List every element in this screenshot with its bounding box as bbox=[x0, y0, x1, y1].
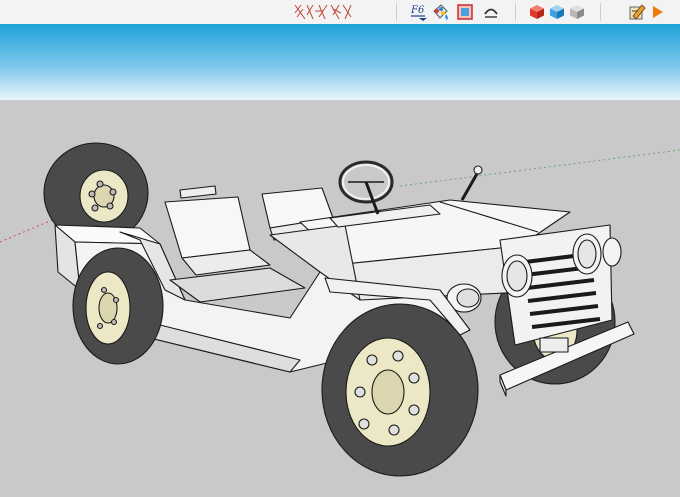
blue-cube-icon bbox=[550, 5, 564, 19]
follow-me-icon bbox=[484, 8, 498, 18]
component-red-button[interactable] bbox=[528, 2, 546, 22]
toolbar: F6 bbox=[0, 0, 680, 25]
play-icon bbox=[653, 6, 663, 18]
xray-pattern-icon bbox=[294, 4, 352, 20]
font-tool-label: F6 bbox=[410, 5, 425, 16]
scene-canvas bbox=[0, 24, 680, 497]
component-blue-button[interactable] bbox=[548, 2, 566, 22]
model-viewport[interactable] bbox=[0, 24, 680, 497]
sky bbox=[0, 24, 680, 100]
section-plane-icon bbox=[457, 4, 473, 20]
paint-bucket-icon bbox=[433, 4, 448, 20]
3d-text-button[interactable]: F6 bbox=[408, 2, 430, 22]
red-cube-icon bbox=[530, 5, 544, 19]
component-gray-button[interactable] bbox=[568, 2, 586, 22]
follow-me-button[interactable] bbox=[480, 2, 502, 22]
section-plane-button[interactable] bbox=[454, 2, 476, 22]
rear-left-wheel bbox=[72, 247, 164, 365]
front-left-wheel bbox=[321, 303, 479, 477]
play-animation-button[interactable] bbox=[650, 2, 666, 22]
xray-style-button[interactable] bbox=[292, 2, 354, 22]
gray-cube-icon bbox=[570, 5, 584, 19]
scene-pencil-icon bbox=[629, 4, 646, 20]
paint-bucket-button[interactable] bbox=[430, 2, 452, 22]
scene-tool-button[interactable] bbox=[626, 2, 648, 22]
3d-text-icon: F6 bbox=[410, 5, 427, 21]
